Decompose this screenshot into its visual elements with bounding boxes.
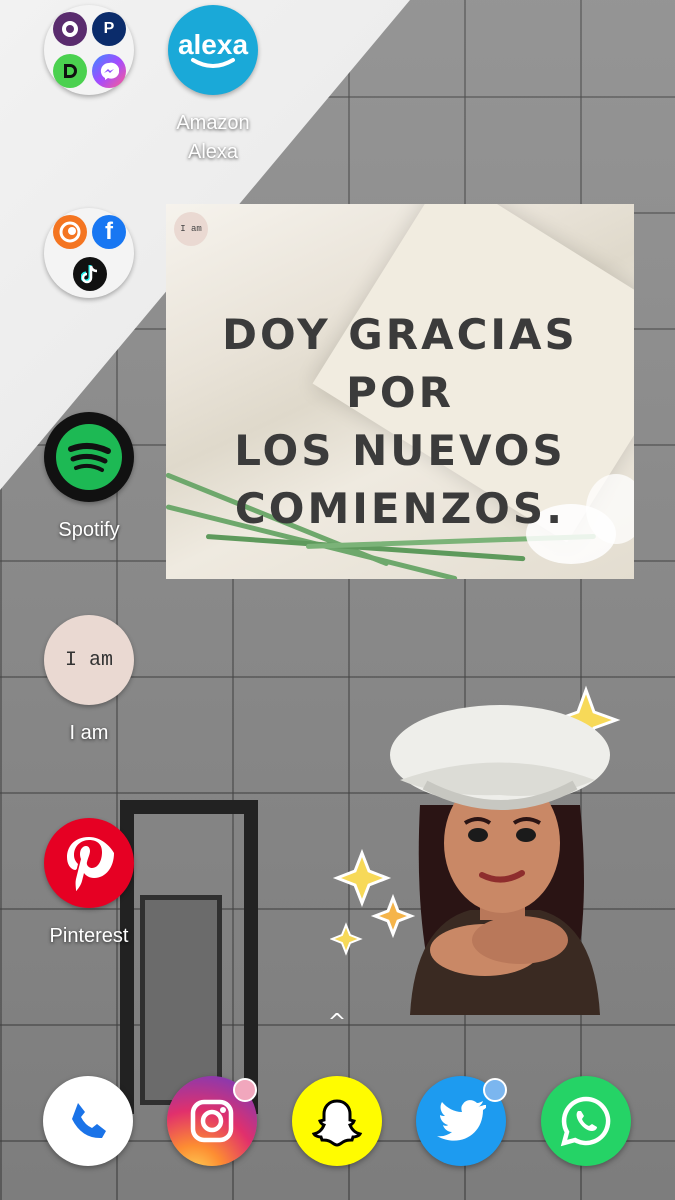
alexa-icon: alexa [168, 5, 258, 95]
i-am-badge: I am [174, 212, 208, 246]
i-am-icon: I am [44, 615, 134, 705]
avatar-sticker[interactable] [329, 685, 630, 1015]
pinterest-icon [44, 818, 134, 908]
app-label: I am [69, 722, 109, 744]
quote-text: DOY GRACIAS POR LOS NUEVOS COMIENZOS. [222, 310, 578, 533]
phone-icon [72, 1103, 106, 1139]
snapchat-app-icon[interactable] [292, 1076, 382, 1166]
app-pinterest[interactable]: Pinterest [24, 818, 154, 951]
app-i-am[interactable]: I am I am [24, 615, 154, 748]
notification-dot [233, 1078, 257, 1102]
app-label: Pinterest [49, 925, 129, 947]
folder-icon: f [44, 208, 134, 298]
i-am-quote-widget[interactable]: I am DOY GRACIAS POR LOS NUEVOS COMIENZO… [166, 204, 634, 579]
snapchat-ghost-icon [311, 1099, 363, 1147]
app-folder-1[interactable]: P [24, 5, 154, 95]
notification-dot [483, 1078, 507, 1102]
twitter-bird-icon [437, 1100, 486, 1141]
app-drawer-chevron[interactable]: ^ [322, 1010, 352, 1040]
app-label: Amazon Alexa [176, 112, 250, 163]
paypal-icon: P [92, 12, 126, 46]
phone-app-icon[interactable] [43, 1076, 133, 1166]
app-amazon-alexa[interactable]: alexa Amazon Alexa [148, 5, 278, 167]
app-folder-2[interactable]: f [24, 208, 154, 298]
whatsapp-icon [560, 1096, 611, 1147]
swiggy-icon [53, 12, 87, 46]
folder-icon: P [44, 5, 134, 95]
messenger-icon [92, 54, 126, 88]
app-spotify[interactable]: Spotify [24, 412, 154, 545]
facebook-icon: f [92, 215, 126, 249]
app-label: Spotify [58, 519, 120, 541]
dailyhunt-icon [53, 54, 87, 88]
crunchyroll-icon [53, 215, 87, 249]
tiktok-icon [73, 257, 107, 291]
whatsapp-app-icon[interactable] [541, 1076, 631, 1166]
instagram-icon [190, 1099, 234, 1143]
spotify-icon [44, 412, 134, 502]
